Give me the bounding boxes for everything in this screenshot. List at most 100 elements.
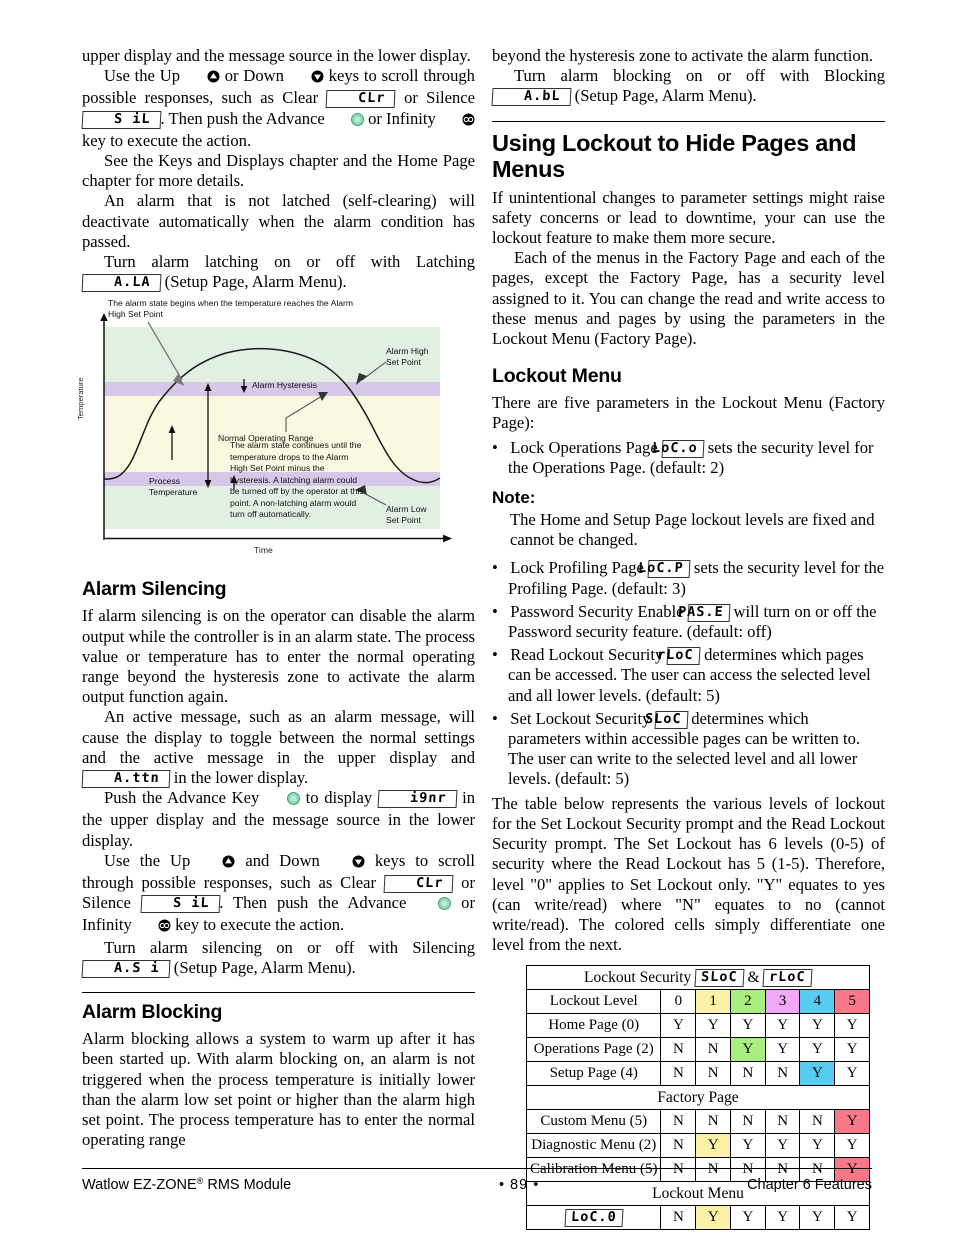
level-header-4: 4 (799, 989, 836, 1015)
paragraph-blocking-prompt: Turn alarm blocking on or off with Block… (491, 66, 885, 107)
segment-display-abl: A.bL (491, 88, 571, 107)
paragraph-silencing-1: If alarm silencing is on the operator ca… (82, 606, 475, 707)
list-item: Password Security Enable PAS.E will turn… (492, 602, 885, 642)
row-label-diagnostic-menu: Diagnostic Menu (2) (525, 1133, 662, 1159)
level-header-0: 0 (660, 989, 697, 1015)
segment-display-loc-o: LoC.o (652, 439, 705, 458)
paragraph-table-intro: The table below represents the various l… (492, 793, 885, 955)
cell: N (660, 1037, 697, 1063)
cell: Y (834, 1061, 870, 1087)
text-fragment: key to execute the action. (82, 130, 252, 150)
table-title-text: Lockout Security (584, 968, 692, 986)
cell-highlighted: Y (799, 1061, 836, 1087)
advance-key-icon (416, 895, 452, 915)
cell: N (799, 1109, 836, 1135)
text-fragment: Turn alarm silencing on or off with Sile… (104, 937, 475, 957)
table-title-row: Lockout Security SLoC & rLoC (526, 965, 870, 991)
paragraph-latching-prompt: Turn alarm latching on or off with Latch… (81, 252, 475, 293)
cell: Y (799, 1037, 836, 1063)
segment-display-silence: S iL (81, 110, 161, 129)
segment-display-attn: A.ttn (81, 770, 171, 789)
cell: Y (834, 1133, 870, 1159)
down-arrow-key-icon (330, 853, 365, 873)
text-fragment: Turn alarm latching on or off with Latch… (104, 252, 475, 272)
table-header-row: Lockout Level 0 1 2 3 4 5 (525, 989, 870, 1015)
cell: N (695, 1109, 731, 1135)
advance-key-icon (265, 790, 300, 810)
section-divider (82, 992, 475, 994)
footer-product-name: Watlow EZ-ZONE (82, 1177, 197, 1193)
paragraph-silencing-3: Push the Advance Key to display i9nr in … (82, 788, 475, 851)
cell-highlighted: Y (729, 1037, 766, 1063)
cell: N (660, 1133, 697, 1159)
figure-label-hysteresis: Alarm Hysteresis (252, 380, 317, 391)
text-fragment: to display (305, 788, 373, 808)
lockout-parameters-list-part1: Lock Operations Page LoC.o sets the secu… (492, 438, 885, 478)
paragraph-lockout-intro-2: Each of the menus in the Factory Page an… (492, 248, 885, 349)
paragraph-silencing-4: Use the Up and Down keys to scroll throu… (82, 851, 475, 938)
paragraph-blocking-1: Alarm blocking allows a system to warm u… (82, 1029, 475, 1150)
up-arrow-key-icon (200, 853, 235, 873)
text-fragment: in the lower display. (173, 768, 309, 788)
paragraph-see-chapters: See the Keys and Displays chapter and th… (82, 151, 475, 191)
cell: Y (764, 1133, 801, 1159)
row-label-home-page: Home Page (0) (525, 1013, 662, 1039)
cell: N (695, 1061, 731, 1087)
figure-y-axis-label: Temperature (76, 377, 85, 421)
up-arrow-key-icon (185, 68, 220, 88)
footer-right: Chapter 6 Features (747, 1177, 872, 1193)
segment-display-latching: A.LA (81, 274, 161, 293)
cell: Y (729, 1013, 766, 1039)
segment-display-clear: CLr (325, 90, 397, 109)
left-column: upper display and the message source in … (76, 46, 475, 1150)
footer-left: Watlow EZ-ZONE® RMS Module (82, 1176, 291, 1193)
list-item: Lock Profiling Page LoC.P sets the secur… (492, 558, 885, 598)
figure-label-alarm-low-line2: Set Point (386, 515, 421, 526)
text-fragment: (Setup Page, Alarm Menu). (164, 272, 347, 292)
figure-label-alarm-high-line2: Set Point (386, 357, 421, 368)
param-label: Lock Profiling Page (510, 558, 644, 578)
cell: N (660, 1205, 697, 1231)
figure-x-axis-label: Time (254, 545, 273, 556)
level-header-5: 5 (834, 989, 870, 1015)
paragraph-lockout-params-intro: There are five parameters in the Lockout… (492, 393, 885, 433)
table-row: Home Page (0) Y Y Y Y Y Y (525, 1013, 870, 1039)
segment-display-pase: PAS.E (677, 603, 730, 622)
table-row: Diagnostic Menu (2) N Y Y Y Y Y (525, 1133, 870, 1159)
cell-highlighted: Y (695, 1205, 731, 1231)
figure-callout-body: The alarm state continues until the temp… (230, 440, 364, 520)
cell: Y (799, 1205, 836, 1231)
footer-divider (82, 1168, 872, 1169)
paragraph-continuation: upper display and the message source in … (82, 46, 471, 65)
figure-label-alarm-low-line1: Alarm Low (386, 504, 427, 515)
cell: Y (799, 1133, 836, 1159)
figure-label-process-temp-line1: Process (149, 476, 181, 487)
footer-module-name: RMS Module (203, 1177, 292, 1193)
footer-page-number: • 89 • (498, 1177, 540, 1193)
document-page: upper display and the message source in … (0, 0, 954, 1235)
ampersand: & (747, 968, 760, 986)
paragraph-blocking-continuation: beyond the hysteresis zone to activate t… (492, 46, 874, 65)
row-label-loc0: LoC.0 (525, 1205, 662, 1231)
cell: N (764, 1061, 801, 1087)
cell: Y (834, 1037, 870, 1063)
segment-display-clear: CLr (383, 875, 454, 894)
advance-key-icon (329, 111, 364, 131)
table-row: Custom Menu (5) N N N N N Y (525, 1109, 870, 1135)
text-fragment: or Silence (404, 88, 475, 108)
paragraph-not-latched: An alarm that is not latched (self-clear… (82, 191, 475, 251)
list-item: Lock Operations Page LoC.o sets the secu… (492, 438, 885, 478)
text-fragment: (Setup Page, Alarm Menu). (574, 86, 757, 106)
banner-factory-page: Factory Page (526, 1085, 870, 1111)
text-fragment: key to execute the action. (175, 915, 345, 935)
figure-label-alarm-high-line1: Alarm High (386, 346, 429, 357)
text-fragment: Use the Up (104, 850, 191, 870)
param-label: Read Lockout Security (510, 645, 664, 665)
section-divider (492, 120, 885, 122)
text-fragment: (Setup Page, Alarm Menu). (173, 957, 356, 977)
text-fragment: . Then push the Advance (219, 893, 407, 913)
segment-display-sloc: SLoC (644, 710, 688, 729)
cell: Y (799, 1013, 836, 1039)
heading-alarm-blocking: Alarm Blocking (82, 1001, 223, 1024)
paragraph-silencing-5: Turn alarm silencing on or off with Sile… (81, 937, 475, 978)
